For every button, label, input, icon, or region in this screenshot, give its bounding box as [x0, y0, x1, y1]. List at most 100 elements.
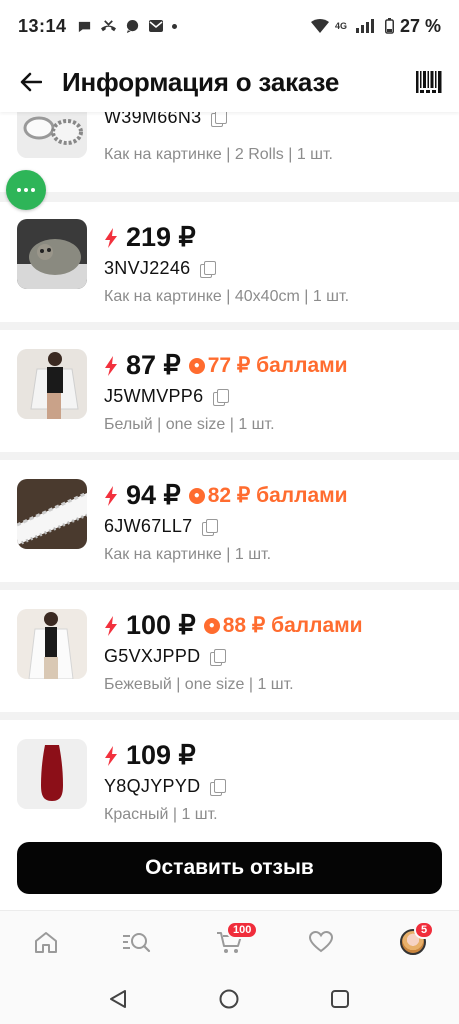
barcode-icon — [416, 71, 442, 93]
nav-catalog[interactable] — [121, 927, 151, 957]
product-sku: W39M66N3 — [104, 112, 228, 128]
sku-text: 6JW67LL7 — [104, 516, 193, 536]
lightning-icon — [105, 355, 117, 376]
catalog-search-icon — [123, 933, 151, 953]
lightning-icon — [105, 485, 117, 506]
system-recents-button[interactable] — [329, 988, 351, 1015]
points-price: ● 77 ₽ баллами — [188, 353, 348, 378]
product-variant: Как на картинке | 1 шт. — [104, 546, 272, 563]
nav-profile[interactable]: 5 — [398, 921, 435, 957]
price-line: 100 ₽ ● 88 ₽ баллами — [104, 610, 363, 641]
more-notifications-dot — [171, 23, 177, 29]
order-item[interactable]: 109 ₽ Y8QJYPYD Красный | 1 шт. — [0, 720, 459, 842]
sku-text: W39M66N3 — [104, 112, 202, 127]
bottom-nav: 100 5 — [0, 910, 459, 974]
points-coin-icon: ● — [188, 357, 205, 374]
favorites-heart-icon — [308, 930, 334, 953]
battery-icon — [384, 18, 394, 34]
product-variant: Как на картинке | 2 Rolls | 1 шт. — [104, 146, 333, 163]
missed-call-icon — [100, 19, 116, 31]
battery-percent: 27 % — [399, 15, 441, 36]
message-icon — [126, 19, 138, 33]
leave-review-button[interactable]: Оставить отзыв — [17, 842, 442, 894]
status-bar: 13:14 4G 27 % — [0, 0, 459, 52]
points-text: 88 ₽ баллами — [222, 614, 363, 637]
sku-text: 3NVJ2246 — [104, 258, 191, 278]
app-header: Информация о заказе — [0, 52, 459, 112]
copy-icon[interactable] — [202, 518, 219, 536]
chat-bubble-icon — [78, 21, 90, 32]
product-variant: Бежевый | one size | 1 шт. — [104, 676, 294, 693]
price-line: 109 ₽ — [104, 740, 196, 771]
product-sku: G5VXJPPD — [104, 646, 227, 667]
system-indicators: 4G 27 % — [310, 15, 441, 37]
copy-icon[interactable] — [200, 260, 217, 278]
back-triangle-icon — [110, 990, 126, 1008]
cart-badge: 100 — [226, 921, 259, 939]
home-icon — [35, 932, 57, 953]
points-text: 82 ₽ баллами — [207, 484, 348, 507]
back-button[interactable] — [16, 67, 46, 97]
status-time: 13:14 — [18, 15, 67, 36]
points-price: ● 88 ₽ баллами — [203, 613, 363, 638]
chat-fab-button[interactable] — [6, 170, 46, 210]
svg-text:4G: 4G — [335, 21, 347, 31]
sku-text: J5WMVPP6 — [104, 386, 204, 406]
volte-icon: 4G — [335, 21, 347, 31]
product-sku: J5WMVPP6 — [104, 386, 230, 407]
mail-icon — [148, 20, 163, 32]
review-bar: Оставить отзыв — [0, 842, 459, 910]
system-navigation-bar — [0, 974, 459, 1024]
lightning-icon — [105, 227, 117, 248]
product-image[interactable] — [17, 219, 87, 289]
more-dots-icon — [17, 188, 21, 192]
product-image[interactable] — [17, 609, 87, 679]
points-price: ● 82 ₽ баллами — [188, 483, 348, 508]
nav-home[interactable] — [31, 927, 61, 957]
product-variant: Красный | 1 шт. — [104, 806, 218, 823]
product-sku: 6JW67LL7 — [104, 516, 219, 537]
price-line: 87 ₽ ● 77 ₽ баллами — [104, 350, 348, 381]
system-back-button[interactable] — [107, 988, 129, 1015]
points-text: 77 ₽ баллами — [207, 354, 348, 377]
recents-square-icon — [331, 990, 349, 1008]
order-item[interactable]: 87 ₽ ● 77 ₽ баллами J5WMVPP6 Белый | one… — [0, 330, 459, 452]
copy-icon[interactable] — [211, 112, 228, 127]
product-variant: Как на картинке | 40x40cm | 1 шт. — [104, 288, 350, 305]
page-title: Информация о заказе — [62, 66, 340, 97]
points-coin-icon: ● — [203, 617, 220, 634]
notification-icons — [77, 19, 177, 34]
lightning-icon — [105, 745, 117, 766]
order-item[interactable]: W39M66N3 Как на картинке | 2 Rolls | 1 ш… — [0, 112, 459, 192]
sku-text: G5VXJPPD — [104, 646, 201, 666]
barcode-button[interactable] — [415, 68, 443, 96]
order-item[interactable]: 100 ₽ ● 88 ₽ баллами G5VXJPPD Бежевый | … — [0, 590, 459, 712]
product-sku: Y8QJYPYD — [104, 776, 227, 797]
arrow-left-icon — [20, 72, 42, 92]
copy-icon[interactable] — [210, 648, 227, 666]
nav-cart[interactable]: 100 — [214, 921, 259, 957]
product-price: 219 ₽ — [126, 222, 196, 252]
order-item[interactable]: 94 ₽ ● 82 ₽ баллами 6JW67LL7 Как на карт… — [0, 460, 459, 582]
product-image[interactable] — [17, 479, 87, 549]
points-coin-icon: ● — [188, 487, 205, 504]
product-price: 100 ₽ — [126, 610, 196, 640]
product-image[interactable] — [17, 739, 87, 809]
signal-icon — [355, 19, 374, 33]
home-circle-icon — [219, 989, 239, 1009]
product-price: 87 ₽ — [126, 350, 181, 380]
order-item[interactable]: 219 ₽ 3NVJ2246 Как на картинке | 40x40cm… — [0, 202, 459, 322]
product-image[interactable] — [17, 112, 87, 158]
sku-text: Y8QJYPYD — [104, 776, 201, 796]
copy-icon[interactable] — [210, 778, 227, 796]
nav-favorites[interactable] — [306, 927, 336, 957]
price-line: 219 ₽ — [104, 222, 196, 253]
product-variant: Белый | one size | 1 шт. — [104, 416, 275, 433]
copy-icon[interactable] — [213, 388, 230, 406]
lightning-icon — [105, 615, 117, 636]
system-home-button[interactable] — [218, 988, 240, 1015]
order-items-list[interactable]: W39M66N3 Как на картинке | 2 Rolls | 1 ш… — [0, 112, 459, 842]
profile-badge: 5 — [414, 921, 435, 939]
wifi-icon — [310, 19, 329, 33]
product-image[interactable] — [17, 349, 87, 419]
